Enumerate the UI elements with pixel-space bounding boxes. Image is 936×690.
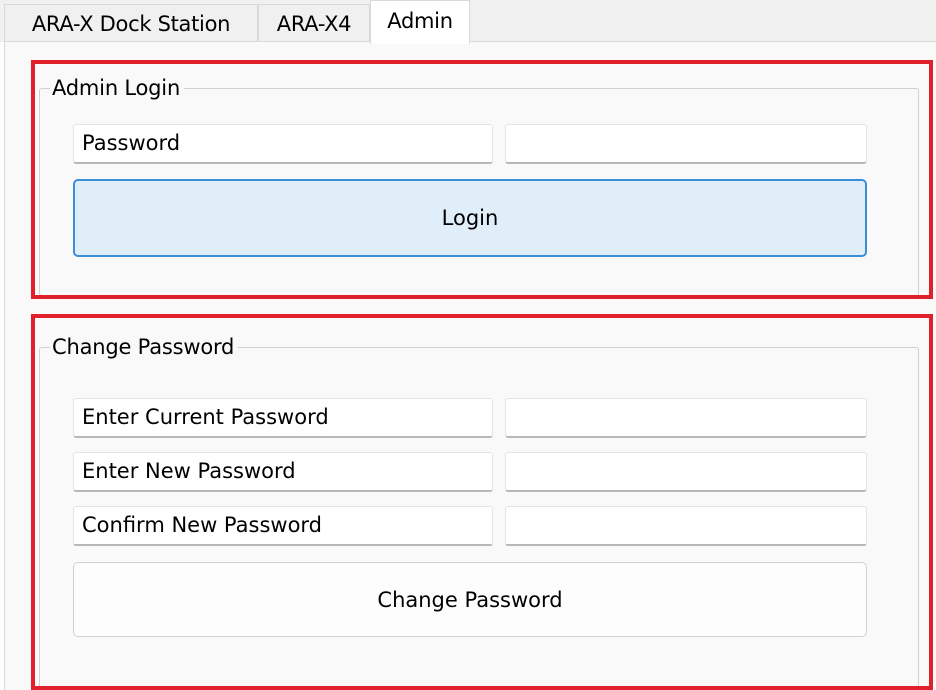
confirm-password-label: Confirm New Password — [73, 506, 493, 546]
tab-admin[interactable]: Admin — [370, 0, 470, 44]
login-button[interactable]: Login — [73, 179, 867, 257]
admin-panel: Admin Login Password Login Change Passwo… — [4, 42, 936, 690]
current-password-label: Enter Current Password — [73, 398, 493, 438]
password-label: Password — [73, 124, 493, 164]
tab-ara-x4[interactable]: ARA-X4 — [258, 4, 370, 42]
change-password-button[interactable]: Change Password — [73, 562, 867, 637]
tab-ara-x-dock-station[interactable]: ARA-X Dock Station — [4, 4, 258, 42]
confirm-password-input[interactable] — [505, 506, 867, 546]
password-input[interactable] — [505, 124, 867, 164]
change-password-title: Change Password — [50, 332, 239, 362]
admin-login-title: Admin Login — [50, 73, 185, 103]
new-password-input[interactable] — [505, 452, 867, 492]
new-password-label: Enter New Password — [73, 452, 493, 492]
current-password-input[interactable] — [505, 398, 867, 438]
tab-strip: ARA-X Dock Station ARA-X4 Admin — [0, 0, 936, 44]
